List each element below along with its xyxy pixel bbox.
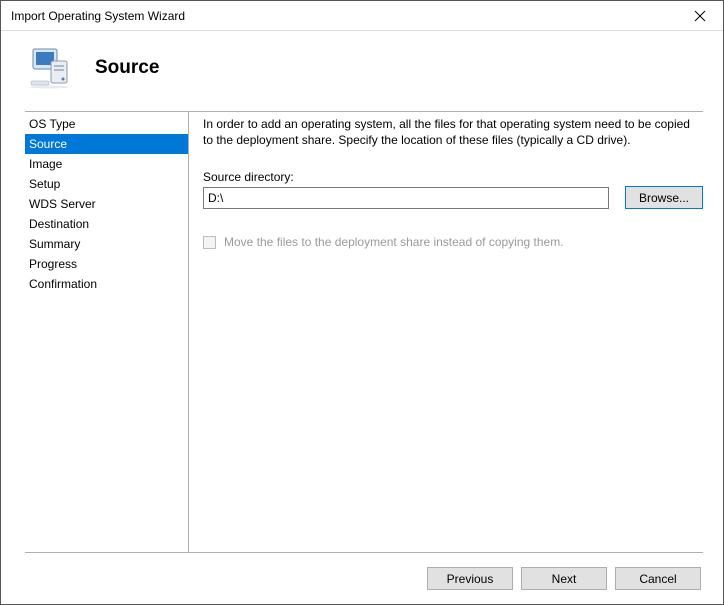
- step-source[interactable]: Source: [25, 134, 188, 154]
- wizard-window: Import Operating System Wizard Source OS…: [0, 0, 724, 605]
- computer-icon: [27, 47, 71, 89]
- cancel-button[interactable]: Cancel: [615, 567, 701, 590]
- step-summary[interactable]: Summary: [25, 234, 188, 254]
- wizard-footer: Previous Next Cancel: [25, 552, 703, 604]
- move-files-checkbox: [203, 236, 216, 249]
- close-icon: [694, 10, 706, 22]
- source-directory-row: Browse...: [203, 186, 703, 209]
- instruction-text: In order to add an operating system, all…: [203, 116, 703, 148]
- step-sidebar: OS Type Source Image Setup WDS Server De…: [25, 111, 189, 552]
- step-os-type[interactable]: OS Type: [25, 114, 188, 134]
- step-confirmation[interactable]: Confirmation: [25, 274, 188, 294]
- step-progress[interactable]: Progress: [25, 254, 188, 274]
- step-setup[interactable]: Setup: [25, 174, 188, 194]
- step-image[interactable]: Image: [25, 154, 188, 174]
- move-files-label: Move the files to the deployment share i…: [224, 235, 564, 249]
- wizard-header: Source: [1, 31, 723, 111]
- wizard-body: OS Type Source Image Setup WDS Server De…: [1, 111, 723, 552]
- browse-button[interactable]: Browse...: [625, 186, 703, 209]
- move-files-row: Move the files to the deployment share i…: [203, 235, 703, 249]
- window-title: Import Operating System Wizard: [11, 9, 677, 23]
- previous-button[interactable]: Previous: [427, 567, 513, 590]
- source-directory-input[interactable]: [203, 187, 609, 209]
- next-button[interactable]: Next: [521, 567, 607, 590]
- source-directory-label: Source directory:: [203, 170, 703, 184]
- titlebar: Import Operating System Wizard: [1, 1, 723, 31]
- page-title: Source: [95, 57, 159, 79]
- step-wds-server[interactable]: WDS Server: [25, 194, 188, 214]
- step-destination[interactable]: Destination: [25, 214, 188, 234]
- close-button[interactable]: [677, 1, 723, 31]
- content-panel: In order to add an operating system, all…: [189, 111, 703, 552]
